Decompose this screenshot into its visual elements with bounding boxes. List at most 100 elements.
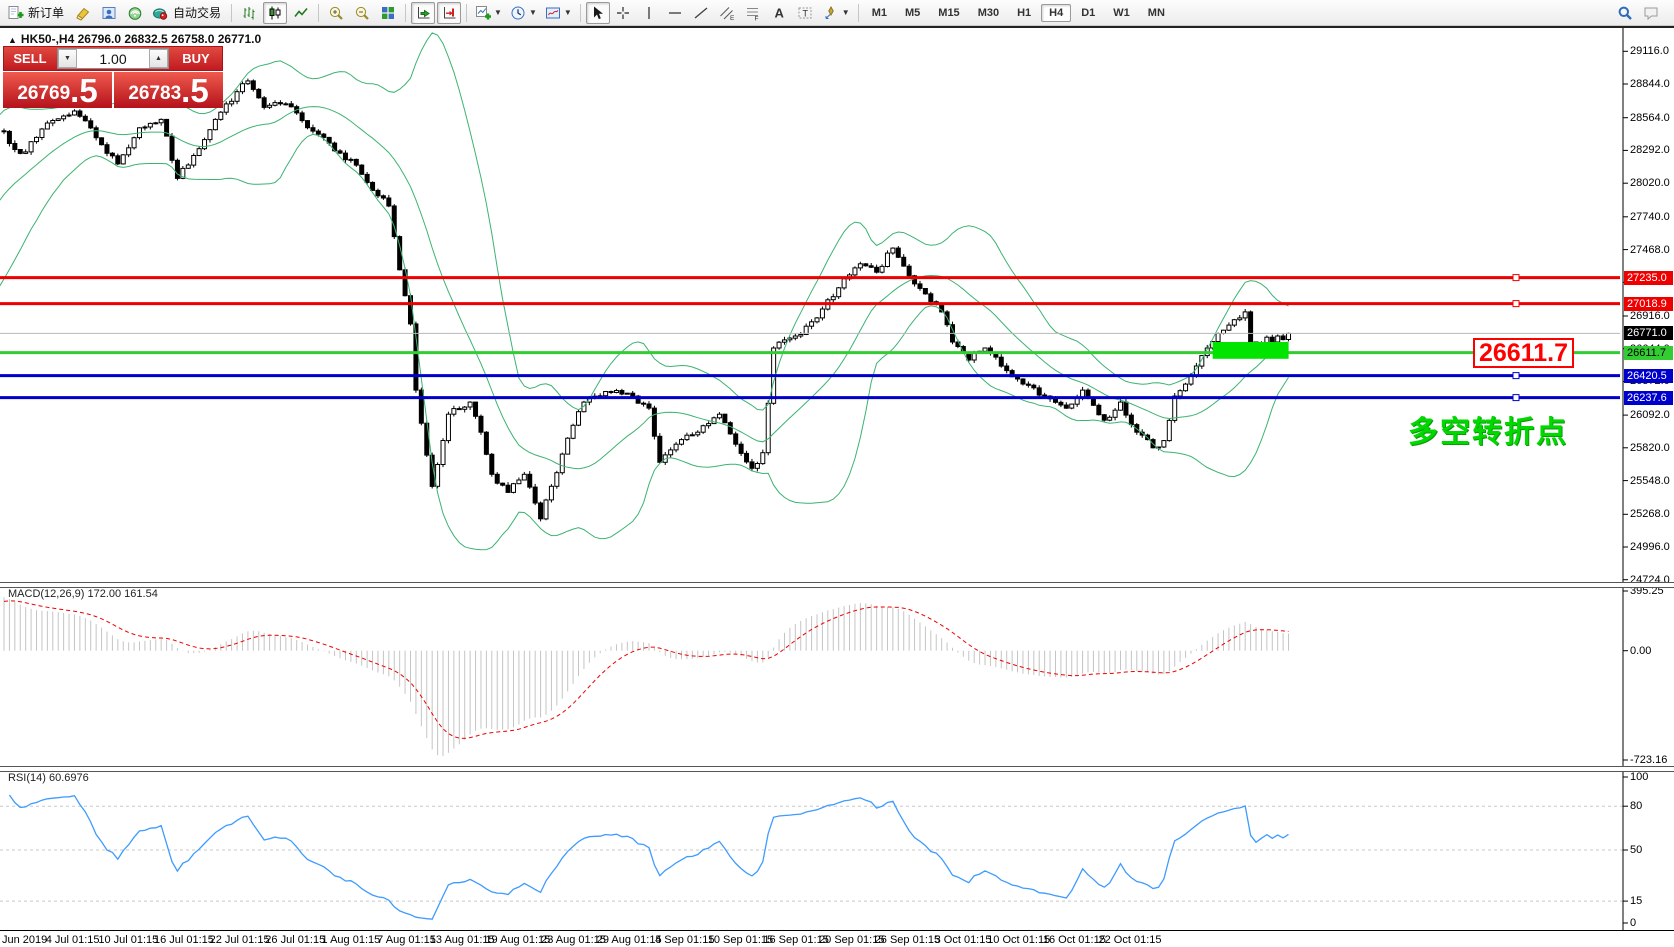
sell-price-big-digit: .5	[70, 74, 98, 107]
chart-shift-button[interactable]	[437, 2, 461, 24]
toolbar-right-icons	[1612, 2, 1664, 24]
time-axis-label: 4 Jul 01:15	[46, 934, 100, 946]
time-axis-label: 27 Jun 2019	[0, 934, 47, 946]
new-order-icon	[7, 5, 24, 21]
crosshair-button[interactable]	[612, 2, 636, 24]
search-button[interactable]	[1613, 2, 1637, 24]
timeframe-d1-button[interactable]: D1	[1073, 4, 1103, 22]
zoom-out-button[interactable]	[350, 2, 374, 24]
shapes-icon	[823, 5, 840, 21]
styler-button[interactable]	[71, 2, 95, 24]
time-axis-label: 22 Jul 01:15	[210, 934, 270, 946]
candlestick-chart-button[interactable]	[263, 2, 287, 24]
volume-field[interactable]: 1.00	[77, 49, 149, 68]
timeframe-w1-button[interactable]: W1	[1105, 4, 1138, 22]
time-axis-label: 1 Aug 01:15	[322, 934, 381, 946]
buy-price-big-digit: .5	[181, 74, 209, 107]
hline-button[interactable]	[664, 2, 688, 24]
time-axis-label: 10 Jul 01:15	[98, 934, 158, 946]
auto-scroll-button[interactable]	[411, 2, 435, 24]
cursor-button[interactable]	[586, 2, 610, 24]
zoom-in-button[interactable]	[324, 2, 348, 24]
bar-chart-icon	[241, 5, 258, 21]
tile-windows-button[interactable]	[376, 2, 400, 24]
time-axis-label: 4 Sep 01:15	[655, 934, 714, 946]
shapes-menu-button[interactable]: ▼	[820, 2, 853, 24]
quote-bar: ▲HK50-,H4 26796.0 26832.5 26758.0 26771.…	[8, 32, 261, 46]
toolbar-separator	[405, 4, 406, 22]
new-order-button-label: 新订单	[26, 4, 66, 21]
sell-price[interactable]: 26769.5	[3, 72, 112, 108]
toolbar-separator	[466, 4, 467, 22]
buy-button[interactable]: BUY	[170, 47, 222, 70]
signals-button[interactable]	[123, 2, 147, 24]
price-axis-tick: 28564.0	[1630, 112, 1670, 124]
timeframe-h1-button[interactable]: H1	[1009, 4, 1039, 22]
zoom-out-icon	[354, 5, 371, 21]
hline-price-badge: 27235.0	[1624, 271, 1673, 285]
chart-canvas[interactable]	[0, 0, 1674, 947]
text-button[interactable]: A	[768, 2, 792, 24]
buy-price[interactable]: 26783.5	[114, 72, 223, 108]
data-window-icon	[101, 5, 118, 21]
vline-icon	[641, 5, 658, 21]
hline-price-badge: 26237.6	[1624, 391, 1673, 405]
line-chart-button[interactable]	[289, 2, 313, 24]
time-axis-label: 22 Oct 01:15	[1099, 934, 1162, 946]
zoom-in-icon	[328, 5, 345, 21]
label-icon: T	[797, 5, 814, 21]
volume-down-button[interactable]: ▼	[58, 49, 77, 68]
rsi-axis-tick: 50	[1630, 844, 1642, 856]
bar-chart-button[interactable]	[237, 2, 261, 24]
chevron-down-icon: ▼	[529, 8, 537, 17]
autotrading-button-label: 自动交易	[171, 4, 223, 21]
chat-button[interactable]	[1639, 2, 1663, 24]
mt4-window: 新订单 自动交易 ▼ ▼ ▼ E F AT ▼ M1M5M15M30H1H4D1W1MN ▲ HK5…	[0, 0, 1674, 947]
price-axis-tick: 25820.0	[1630, 442, 1670, 454]
trendline-button[interactable]	[690, 2, 714, 24]
autotrading-button[interactable]: 自动交易	[149, 2, 226, 24]
one-click-trade-panel: SELL ▼ 1.00 ▲ BUY 26769.5 26783.5	[3, 46, 223, 108]
price-axis-tick: 28844.0	[1630, 78, 1670, 90]
sell-button[interactable]: SELL	[4, 47, 56, 70]
data-window-button[interactable]	[97, 2, 121, 24]
price-callout-label[interactable]: 26611.7	[1473, 338, 1574, 368]
timeframe-m15-button[interactable]: M15	[930, 4, 967, 22]
timeframe-m1-button[interactable]: M1	[864, 4, 895, 22]
rsi-pane-separator[interactable]	[0, 766, 1674, 772]
periods-menu-button[interactable]: ▼	[507, 2, 540, 24]
timeframe-m30-button[interactable]: M30	[970, 4, 1007, 22]
timeframe-m5-button[interactable]: M5	[897, 4, 928, 22]
timeframe-mn-button[interactable]: MN	[1140, 4, 1173, 22]
price-axis-tick: 29116.0	[1630, 45, 1669, 57]
collapse-triangle-icon[interactable]: ▲	[8, 35, 17, 45]
templates-menu-button[interactable]: ▼	[542, 2, 575, 24]
crosshair-icon	[615, 5, 632, 21]
symbol-period-label: HK50-,H4	[21, 32, 74, 46]
toolbar-separator	[580, 4, 581, 22]
time-axis[interactable]: 27 Jun 20194 Jul 01:1510 Jul 01:1516 Jul…	[0, 930, 1674, 947]
candlestick-chart-icon	[267, 5, 284, 21]
turning-point-annotation[interactable]: 多空转折点	[1408, 407, 1568, 451]
label-button[interactable]: T	[794, 2, 818, 24]
fibonacci-button[interactable]: F	[742, 2, 766, 24]
trade-panel-prices: 26769.5 26783.5	[3, 72, 223, 108]
price-axis-tick: 28292.0	[1630, 144, 1670, 156]
chart-shift-icon	[441, 5, 458, 21]
volume-up-button[interactable]: ▲	[149, 49, 168, 68]
text-icon: A	[771, 5, 788, 21]
toolbar: 新订单 自动交易 ▼ ▼ ▼ E F AT ▼ M1M5M15M30H1H4D1W1MN	[0, 0, 1674, 26]
chevron-down-icon: ▼	[564, 8, 572, 17]
toolbar-separator	[318, 4, 319, 22]
indicators-menu-button[interactable]: ▼	[472, 2, 505, 24]
macd-pane-separator[interactable]	[0, 582, 1674, 588]
price-axis-tick: 24996.0	[1630, 541, 1670, 553]
channel-button[interactable]: E	[716, 2, 740, 24]
timeframe-h4-button[interactable]: H4	[1041, 4, 1071, 22]
new-order-button[interactable]: 新订单	[4, 2, 69, 24]
vline-button[interactable]	[638, 2, 662, 24]
styler-icon	[75, 5, 92, 21]
price-axis-tick: 26092.0	[1630, 409, 1670, 421]
price-axis-tick: 25548.0	[1630, 475, 1670, 487]
svg-text:F: F	[755, 15, 759, 21]
